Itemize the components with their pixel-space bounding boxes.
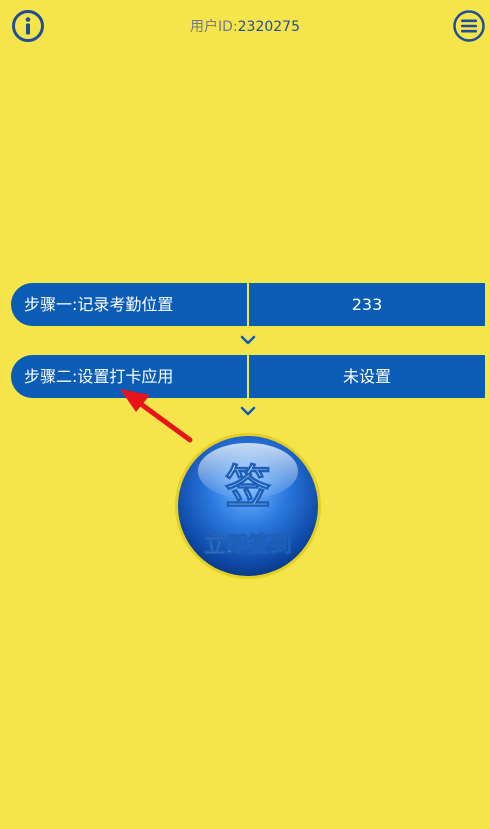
sign-in-button[interactable]: 签 立即签到 [169,427,327,585]
step-one-label: 步骤一:记录考勤位置 [24,295,174,314]
top-bar: 用户ID:2320275 [0,0,490,52]
menu-icon[interactable] [452,9,486,43]
step-two-value: 未设置 [342,367,391,386]
chevron-down-icon [240,406,256,416]
step-two-label: 步骤二:设置打卡应用 [24,367,174,386]
user-id-value: 2320275 [237,19,300,35]
user-id-label: 用户ID: [190,19,238,35]
chevron-down-icon [240,335,256,345]
sign-caption: 立即签到 [204,532,292,558]
step-two-row[interactable]: 步骤二:设置打卡应用 未设置 [11,355,485,398]
step-one-value: 233 [351,295,383,314]
user-id-text: 用户ID:2320275 [0,16,490,36]
sign-big-char: 签 [225,460,271,514]
step-one-row[interactable]: 步骤一:记录考勤位置 233 [11,283,485,326]
